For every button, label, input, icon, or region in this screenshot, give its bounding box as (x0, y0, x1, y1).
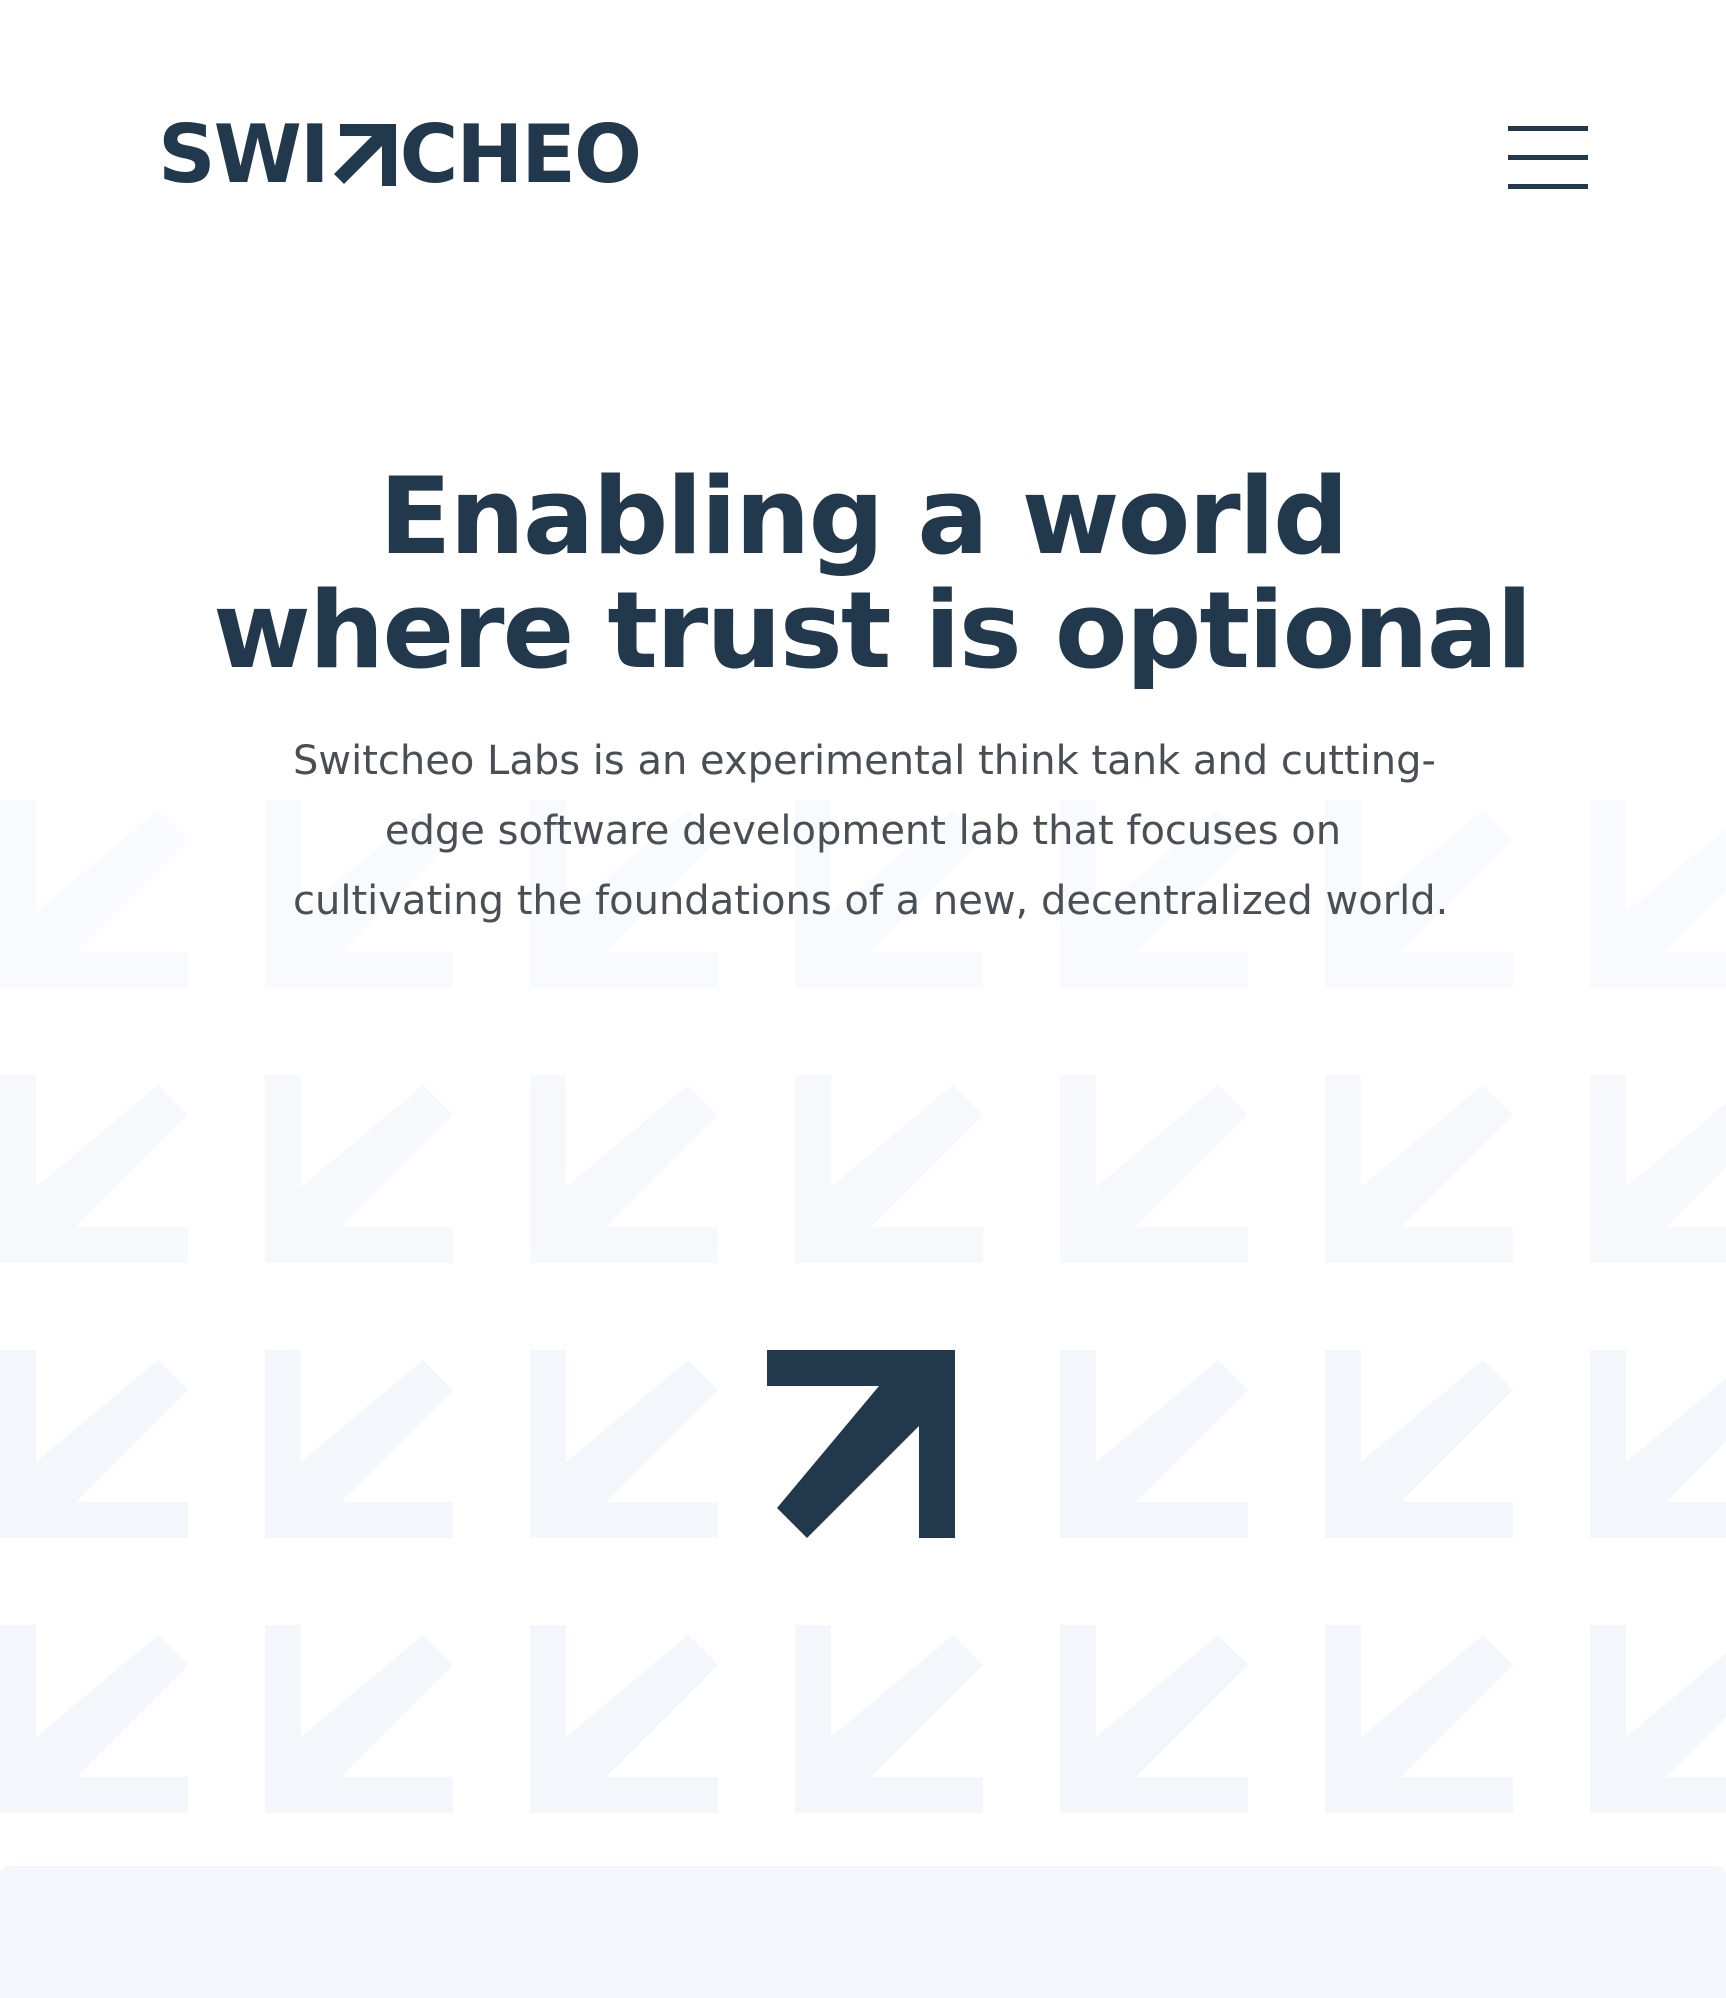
down-left-arrow-icon (0, 1075, 188, 1263)
hero-subtitle-line-2: edge software development lab that focus… (384, 808, 1342, 854)
page: SWI CHEO Enabling a world where trust is… (0, 0, 1726, 1998)
down-left-arrow-icon (1325, 1625, 1513, 1813)
down-left-arrow-icon (530, 1075, 718, 1263)
hero-subtitle: Switcheo Labs is an experimental think t… (293, 726, 1449, 936)
menu-button[interactable] (1508, 124, 1588, 190)
menu-bar-bottom (1508, 184, 1588, 189)
hero-title-line-1: Enabling a world (379, 455, 1349, 578)
down-left-arrow-icon (0, 1625, 188, 1813)
down-left-arrow-icon (1060, 1350, 1248, 1538)
arrow-pattern-svg (0, 800, 1726, 1813)
logo-text-right: CHEO (399, 108, 642, 201)
down-left-arrow-icon (265, 1350, 453, 1538)
hero-section: Enabling a world where trust is optional… (0, 460, 1726, 936)
down-left-arrow-icon (1325, 1350, 1513, 1538)
hero-subtitle-line-3: cultivating the foundations of a new, de… (293, 878, 1449, 924)
menu-bar-middle (1508, 155, 1588, 160)
down-left-arrow-icon (0, 1350, 188, 1538)
down-left-arrow-icon (795, 1625, 983, 1813)
down-left-arrow-icon (1590, 1350, 1726, 1538)
down-left-arrow-icon (1590, 1075, 1726, 1263)
logo-text-left: SWI (158, 108, 330, 201)
down-left-arrow-icon (795, 1075, 983, 1263)
down-left-arrow-icon (1325, 1075, 1513, 1263)
down-left-arrow-icon (1590, 1625, 1726, 1813)
next-section-strip (0, 1866, 1726, 1998)
down-left-arrow-icon (530, 1625, 718, 1813)
hero-title-line-2: where trust is optional (213, 569, 1533, 692)
site-header: SWI CHEO (0, 0, 1726, 320)
down-left-arrow-icon (265, 1625, 453, 1813)
up-right-arrow-icon (767, 1350, 955, 1538)
switcheo-arrow-icon (333, 124, 396, 186)
hero-subtitle-line-1: Switcheo Labs is an experimental think t… (293, 738, 1436, 784)
hero-title: Enabling a world where trust is optional (213, 455, 1533, 692)
down-left-arrow-icon (1060, 1625, 1248, 1813)
down-left-arrow-icon (530, 1350, 718, 1538)
arrow-pattern (0, 800, 1726, 1820)
switcheo-logo[interactable]: SWI CHEO (158, 108, 642, 201)
menu-bar-top (1508, 126, 1588, 131)
down-left-arrow-icon (265, 1075, 453, 1263)
down-left-arrow-icon (1060, 1075, 1248, 1263)
